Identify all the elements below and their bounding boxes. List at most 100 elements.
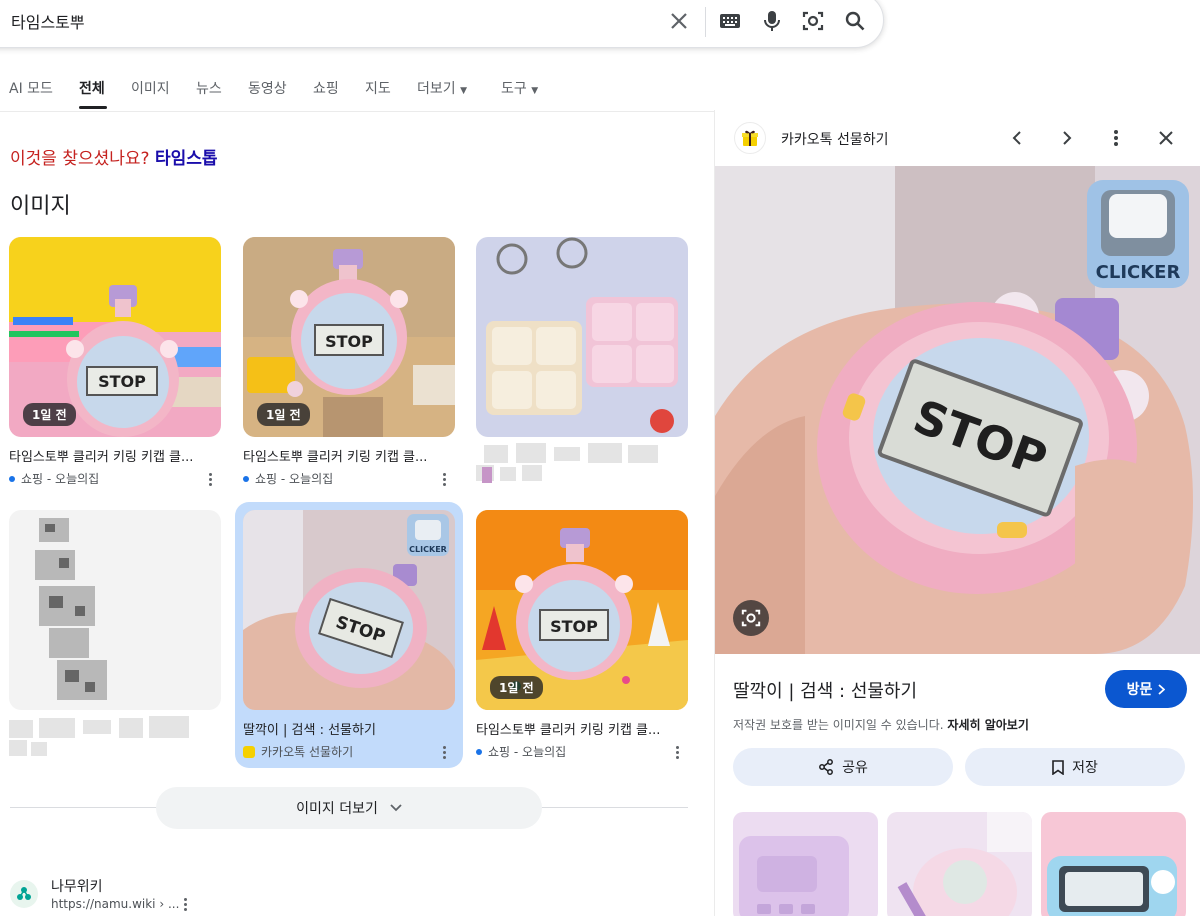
panel-header: 카카오톡 선물하기 (715, 110, 1200, 166)
image-result-6[interactable]: STOP 1일 전 타임스토뿌 클리커 키링 키캡 클... 쇼핑 - 오늘의집 (476, 510, 688, 760)
preview-image[interactable]: CLICKER STOP (715, 166, 1200, 654)
tab-images[interactable]: 이미지 (131, 78, 170, 98)
stop-label: STOP (550, 617, 598, 636)
age-badge: 1일 전 (490, 676, 543, 699)
more-options-icon[interactable] (439, 471, 449, 487)
image-title: 타임스토뿌 클리커 키링 키캡 클... (9, 450, 194, 465)
visit-label: 방문 (1126, 682, 1153, 698)
search-divider (705, 7, 706, 37)
more-vert-icon[interactable] (1104, 126, 1128, 150)
image-result-4[interactable] (9, 510, 221, 762)
share-icon (819, 759, 834, 775)
close-icon[interactable] (1154, 126, 1178, 150)
save-button[interactable]: 저장 (965, 748, 1185, 786)
stop-label: STOP (98, 372, 146, 391)
source-dot-icon (9, 475, 15, 482)
tab-tools[interactable]: 도구 ▼ (501, 78, 538, 98)
panel-title[interactable]: 딸깍이 | 검색 : 선물하기 (733, 677, 917, 703)
source-label: 쇼핑 - 오늘의집 (488, 745, 567, 759)
related-image-3[interactable] (1041, 812, 1186, 916)
share-button[interactable]: 공유 (733, 748, 953, 786)
previous-icon[interactable] (1005, 126, 1029, 150)
visit-button[interactable]: 방문 (1105, 670, 1187, 708)
blurred-caption (476, 443, 658, 483)
image-thumbnail[interactable]: STOP 1일 전 (243, 237, 455, 437)
tab-ai-mode[interactable]: AI 모드 (9, 78, 53, 98)
source-label: 카카오톡 선물하기 (261, 745, 354, 759)
tab-tools-label: 도구 (501, 81, 527, 97)
tab-more[interactable]: 더보기 ▼ (417, 78, 467, 98)
share-label: 공유 (842, 760, 868, 776)
image-source: 쇼핑 - 오늘의집 (243, 470, 455, 487)
chevron-right-icon (1158, 683, 1166, 695)
image-result-1[interactable]: STOP 1일 전 타임스토뿌 클리커 키링 키캡 클... 쇼핑 - 오늘의집 (9, 237, 221, 487)
source-label: 쇼핑 - 오늘의집 (21, 472, 100, 486)
more-options-icon[interactable] (439, 744, 449, 760)
age-badge: 1일 전 (257, 403, 310, 426)
related-image-1[interactable] (733, 812, 878, 916)
clicker-label: CLICKER (409, 545, 447, 554)
tab-all[interactable]: 전체 (79, 78, 105, 98)
namuwiki-favicon-icon (10, 880, 38, 908)
learn-more-link[interactable]: 자세히 알아보기 (947, 718, 1028, 732)
more-options-icon[interactable] (180, 896, 190, 912)
tab-videos[interactable]: 동영상 (248, 78, 287, 98)
gift-box-icon (243, 745, 255, 758)
more-images-button[interactable]: 이미지 더보기 (156, 787, 542, 829)
google-search-page: 타임스토뿌 AI 모드 전체 이미지 뉴스 동영상 쇼핑 지도 더보기 ▼ 도구… (0, 0, 1200, 916)
divider (0, 111, 724, 112)
image-thumbnail[interactable] (476, 237, 688, 437)
lens-camera-icon[interactable] (795, 3, 831, 39)
more-options-icon[interactable] (205, 471, 215, 487)
result-url[interactable]: https://namu.wiki › ... (51, 897, 179, 911)
keyboard-icon[interactable] (712, 3, 748, 39)
image-result-2[interactable]: STOP 1일 전 타임스토뿌 클리커 키링 키캡 클... 쇼핑 - 오늘의집 (243, 237, 455, 487)
more-options-icon[interactable] (672, 744, 682, 760)
blurred-caption (9, 716, 189, 756)
search-icon[interactable] (837, 3, 873, 39)
next-icon[interactable] (1055, 126, 1079, 150)
image-result-3[interactable] (476, 237, 688, 489)
bookmark-icon (1052, 759, 1064, 775)
image-thumbnail[interactable]: STOP 1일 전 (476, 510, 688, 710)
image-title: 타임스토뿌 클리커 키링 키캡 클... (476, 723, 661, 738)
clicker-label: CLICKER (1096, 262, 1181, 283)
search-box[interactable]: 타임스토뿌 (0, 0, 884, 48)
image-thumbnail[interactable]: STOP 1일 전 (9, 237, 221, 437)
search-tabs: AI 모드 전체 이미지 뉴스 동영상 쇼핑 지도 더보기 ▼ 도구 ▼ (0, 78, 724, 109)
tab-news[interactable]: 뉴스 (196, 78, 222, 98)
image-source: 카카오톡 선물하기 (243, 743, 455, 760)
images-heading: 이미지 (10, 194, 71, 219)
caret-down-icon: ▼ (531, 86, 539, 96)
image-thumbnail[interactable]: CLICKER STOP (243, 510, 455, 710)
image-thumbnail[interactable] (9, 510, 221, 710)
did-you-mean-prefix: 이것을 찾으셨나요? (10, 149, 150, 169)
clear-icon[interactable] (661, 3, 697, 39)
did-you-mean: 이것을 찾으셨나요? 타임스톱 (10, 144, 218, 169)
microphone-icon[interactable] (754, 3, 790, 39)
image-result-5-selected[interactable]: CLICKER STOP 딸깍이 | 검색 : 선물하기 카카오톡 선물하기 (235, 502, 463, 768)
image-source: 쇼핑 - 오늘의집 (9, 470, 221, 487)
tab-shopping[interactable]: 쇼핑 (313, 78, 339, 98)
more-images-label: 이미지 더보기 (296, 801, 378, 817)
tab-more-label: 더보기 (417, 81, 456, 97)
tab-maps[interactable]: 지도 (365, 78, 391, 98)
did-you-mean-link[interactable]: 타임스톱 (155, 149, 218, 169)
image-source: 쇼핑 - 오늘의집 (476, 743, 688, 760)
source-label: 쇼핑 - 오늘의집 (255, 472, 334, 486)
image-preview-panel: 카카오톡 선물하기 CLICKER STOP 딸깍이 | 검색: 선물하기 방… (714, 110, 1200, 916)
search-input[interactable]: 타임스토뿌 (11, 9, 85, 33)
image-title: 딸깍이 | 검색 : 선물하기 (243, 723, 376, 738)
copyright-text: 저작권 보호를 받는 이미지일 수 있습니다. (733, 718, 944, 732)
age-badge: 1일 전 (23, 403, 76, 426)
visual-search-icon[interactable] (733, 600, 769, 636)
save-label: 저장 (1072, 760, 1098, 776)
source-dot-icon (476, 748, 482, 755)
kakao-gift-logo-icon (734, 122, 766, 154)
caret-down-icon: ▼ (460, 86, 468, 96)
panel-source-name[interactable]: 카카오톡 선물하기 (781, 129, 889, 149)
stop-label: STOP (325, 332, 373, 351)
result-site-name[interactable]: 나무위키 (51, 876, 103, 896)
related-image-2[interactable] (887, 812, 1032, 916)
copyright-notice: 저작권 보호를 받는 이미지일 수 있습니다. 자세히 알아보기 (733, 716, 1029, 733)
